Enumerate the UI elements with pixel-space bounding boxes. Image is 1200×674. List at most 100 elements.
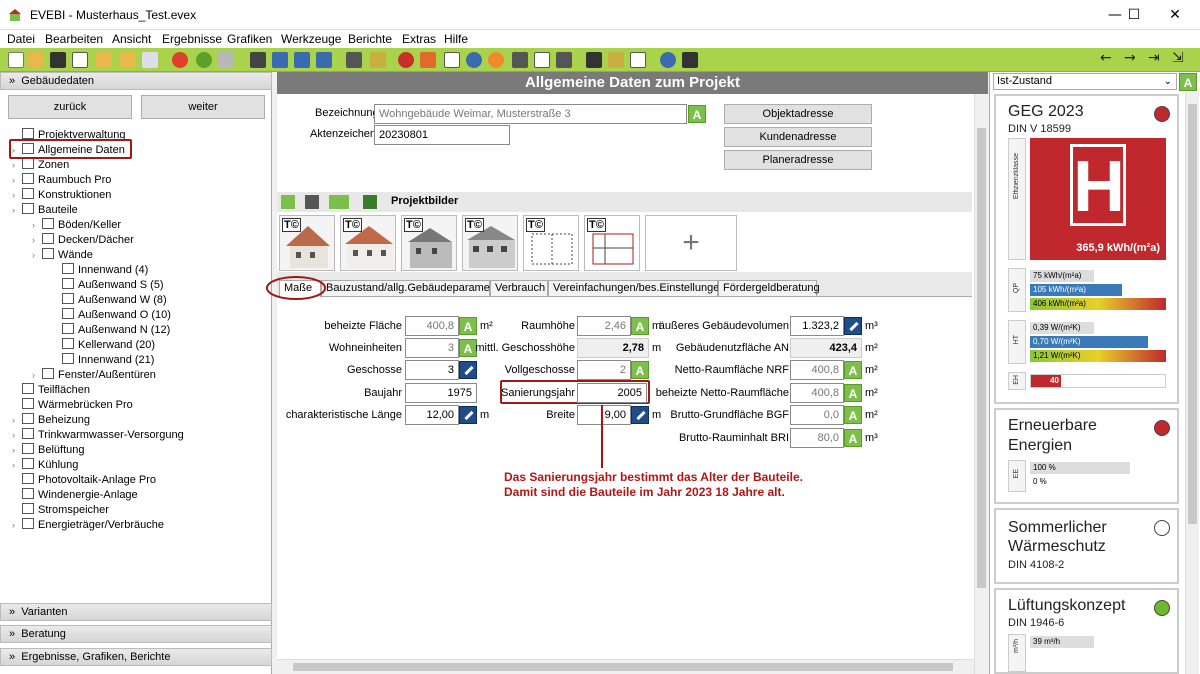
ergebnisse-header[interactable]: » Ergebnisse, Grafiken, Berichte xyxy=(0,648,272,666)
tab-vereinfachungen[interactable]: Vereinfachungen/bes.Einstellungen xyxy=(548,280,725,297)
tree-item[interactable]: Kellerwand (20) xyxy=(52,338,155,353)
bri-a-button[interactable]: A xyxy=(844,429,862,447)
report-icon[interactable] xyxy=(586,52,602,68)
tree-item[interactable]: › Fenster/Außentüren xyxy=(32,368,156,383)
dropdown-image-icon[interactable] xyxy=(329,195,349,209)
project-image-3[interactable]: T© xyxy=(401,215,457,271)
help-icon[interactable] xyxy=(660,52,676,68)
char-laenge-input[interactable]: 12,00 xyxy=(405,405,459,425)
back-button[interactable]: zurück xyxy=(8,95,132,119)
back-arrow-icon[interactable]: ← xyxy=(1100,50,1112,66)
tree-item[interactable]: Wärmebrücken Pro xyxy=(12,398,133,413)
expand-chevron-icon[interactable]: › xyxy=(12,158,22,173)
tree-item[interactable]: › Trinkwarmwasser-Versorgung xyxy=(12,428,184,443)
tree-item[interactable]: Außenwand S (5) xyxy=(52,278,164,293)
tree-item[interactable]: › Kühlung xyxy=(12,458,78,473)
clipboard-icon[interactable] xyxy=(305,195,319,209)
calculator-icon[interactable] xyxy=(682,52,698,68)
tree-item[interactable]: › Decken/Dächer xyxy=(32,233,134,248)
variant-select[interactable]: Ist-Zustand ⌄ xyxy=(993,73,1177,90)
menu-bearbeiten[interactable]: Bearbeiten xyxy=(45,32,103,46)
gebaeudedaten-header[interactable]: » Gebäudedaten xyxy=(0,72,272,90)
expand-chevron-icon[interactable]: › xyxy=(12,428,22,443)
p-icon[interactable] xyxy=(444,52,460,68)
export-arrow-icon[interactable]: ⇲ xyxy=(1172,50,1184,66)
tree-item[interactable]: › Beheizung xyxy=(12,413,90,428)
project-image-5[interactable]: T© xyxy=(523,215,579,271)
import-icon[interactable] xyxy=(120,52,136,68)
tree-icon[interactable] xyxy=(346,52,362,68)
maximize-button[interactable]: ☐ xyxy=(1114,4,1154,26)
menu-grafiken[interactable]: Grafiken xyxy=(227,32,272,46)
expand-chevron-icon[interactable]: › xyxy=(12,413,22,428)
tree-item[interactable]: Photovoltaik-Anlage Pro xyxy=(12,473,156,488)
tree-item[interactable]: Teilflächen xyxy=(12,383,90,398)
right-scrollbar[interactable] xyxy=(1185,92,1199,674)
beratung-header[interactable]: » Beratung xyxy=(0,625,272,643)
tree-item[interactable]: Außenwand N (12) xyxy=(52,323,170,338)
document-icon[interactable] xyxy=(250,52,266,68)
breite-input[interactable]: 9,00 xyxy=(577,405,631,425)
forward-arrow-icon[interactable]: → xyxy=(1124,50,1136,66)
volumen-edit-icon[interactable] xyxy=(844,317,862,335)
right-a-button[interactable]: A xyxy=(1179,73,1197,91)
expand-chevron-icon[interactable]: › xyxy=(12,203,22,218)
print-icon[interactable] xyxy=(608,52,624,68)
tree-item[interactable]: Windenergie-Anlage xyxy=(12,488,138,503)
bgf-input[interactable]: 0,0 xyxy=(790,405,844,425)
save-icon[interactable] xyxy=(50,52,66,68)
close-button[interactable]: ✕ xyxy=(1155,4,1195,26)
sommer-card[interactable]: Sommerlicher Wärmeschutz DIN 4108-2 xyxy=(994,508,1179,584)
menu-werkzeuge[interactable]: Werkzeuge xyxy=(281,32,341,46)
char-laenge-edit-icon[interactable] xyxy=(459,406,477,424)
vollgeschosse-input[interactable]: 2 xyxy=(577,360,631,380)
tree-item[interactable]: › Belüftung xyxy=(12,443,84,458)
bezeichnung-input[interactable]: Wohngebäude Weimar, Musterstraße 3 xyxy=(374,104,687,124)
a-icon[interactable] xyxy=(420,52,436,68)
heat-icon[interactable] xyxy=(398,52,414,68)
lueftung-card[interactable]: Lüftungskonzept DIN 1946-6 m³/h 39 m³/h xyxy=(994,588,1179,674)
right-scroll-thumb[interactable] xyxy=(1188,104,1197,524)
baujahr-input[interactable]: 1975 xyxy=(405,383,477,403)
vollgeschosse-a-button[interactable]: A xyxy=(631,361,649,379)
breite-edit-icon[interactable] xyxy=(631,406,649,424)
tree-item[interactable]: Außenwand W (8) xyxy=(52,293,167,308)
chart-icon[interactable] xyxy=(370,52,386,68)
tab-foerdergeld[interactable]: Fördergeldberatung xyxy=(718,280,820,297)
add-image-button[interactable]: + xyxy=(645,215,737,271)
bgf-a-button[interactable]: A xyxy=(844,406,862,424)
center-scrollbar[interactable] xyxy=(974,94,988,674)
tree-item[interactable]: Innenwand (21) xyxy=(52,353,154,368)
geschosse-input[interactable]: 3 xyxy=(405,360,459,380)
nrf-input[interactable]: 400,8 xyxy=(790,360,844,380)
nrf-a-button[interactable]: A xyxy=(844,361,862,379)
tree-item[interactable]: › Wände xyxy=(32,248,93,263)
tree-item[interactable]: › Böden/Keller xyxy=(32,218,121,233)
menu-hilfe[interactable]: Hilfe xyxy=(444,32,468,46)
bnrf-input[interactable]: 400,8 xyxy=(790,383,844,403)
expand-chevron-icon[interactable]: › xyxy=(12,188,22,203)
raumhoehe-input[interactable]: 2,46 xyxy=(577,316,631,336)
h-scroll-thumb[interactable] xyxy=(293,663,953,671)
sanierungsjahr-input[interactable]: 2005 xyxy=(577,383,647,403)
scroll-thumb[interactable] xyxy=(977,128,986,588)
menu-berichte[interactable]: Berichte xyxy=(348,32,392,46)
bnrf-a-button[interactable]: A xyxy=(844,384,862,402)
bezeichnung-a-button[interactable]: A xyxy=(688,105,706,123)
expand-chevron-icon[interactable]: › xyxy=(12,458,22,473)
ee-card[interactable]: Erneuerbare Energien EE 100 % 0 % xyxy=(994,408,1179,504)
kundenadresse-button[interactable]: Kundenadresse xyxy=(724,127,872,147)
raumhoehe-a-button[interactable]: A xyxy=(631,317,649,335)
redo-icon[interactable] xyxy=(196,52,212,68)
expand-chevron-icon[interactable]: › xyxy=(32,233,42,248)
expand-chevron-icon[interactable]: › xyxy=(32,218,42,233)
demo-icon[interactable] xyxy=(142,52,158,68)
project-image-6[interactable]: T© xyxy=(584,215,640,271)
list-icon[interactable] xyxy=(272,52,288,68)
open-folder-icon[interactable] xyxy=(28,52,44,68)
dots-icon[interactable] xyxy=(556,52,572,68)
volumen-input[interactable]: 1.323,2 xyxy=(790,316,844,336)
expand-chevron-icon[interactable]: › xyxy=(12,443,22,458)
globe-icon[interactable] xyxy=(466,52,482,68)
h-scrollbar[interactable] xyxy=(277,659,974,674)
